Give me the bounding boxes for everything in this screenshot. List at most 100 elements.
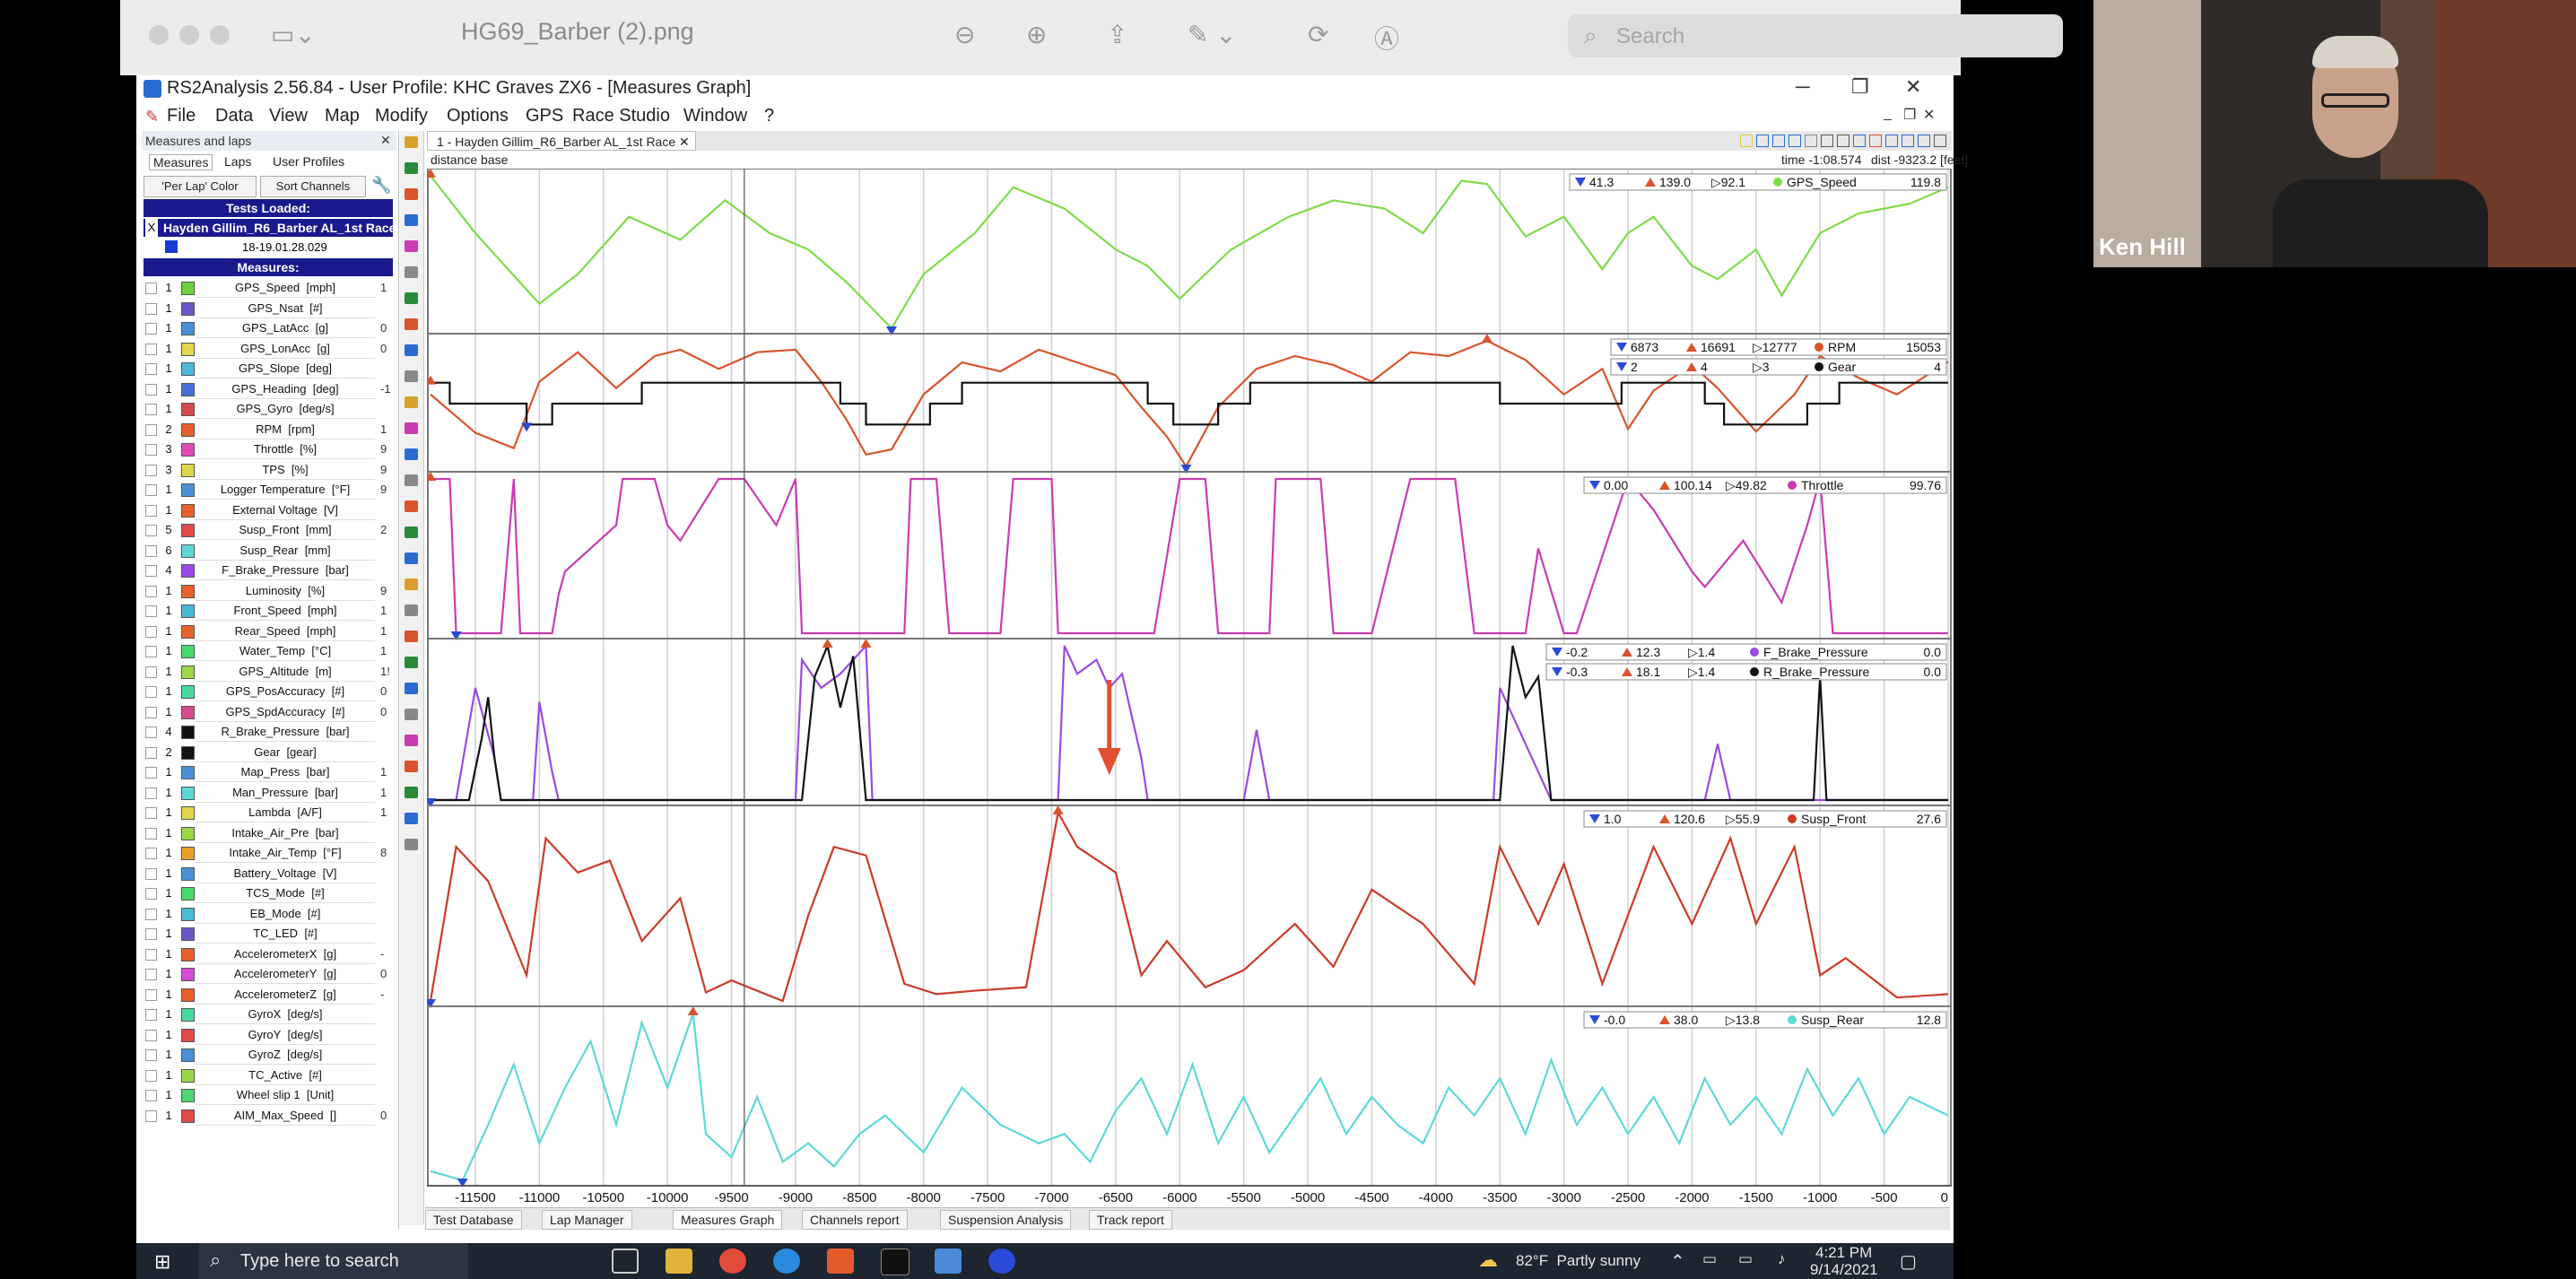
measure-checkbox[interactable]	[145, 565, 157, 577]
measure-color-swatch[interactable]	[181, 624, 195, 639]
office-icon[interactable]	[827, 1249, 854, 1274]
panel-close-icon[interactable]: ✕	[380, 133, 391, 148]
graph-tool-icon[interactable]	[405, 318, 418, 330]
menu-file[interactable]: File	[167, 106, 196, 126]
measure-checkbox[interactable]	[145, 666, 157, 678]
measure-color-swatch[interactable]	[181, 887, 195, 901]
graph-tool-icon[interactable]	[405, 214, 418, 226]
measure-color-swatch[interactable]	[181, 584, 195, 598]
measure-color-swatch[interactable]	[181, 503, 195, 518]
menu-view[interactable]: View	[269, 106, 308, 126]
measure-color-swatch[interactable]	[181, 685, 195, 699]
measure-row[interactable]: 6 Susp_Rear [mm]	[144, 541, 395, 561]
measure-color-swatch[interactable]	[181, 968, 195, 981]
measure-row[interactable]: 1 GyroY [deg/s]	[144, 1025, 395, 1045]
measure-row[interactable]: 1 Luminosity [%] 9	[144, 581, 395, 601]
measure-graph-number[interactable]: 1	[161, 584, 176, 597]
measure-color-swatch[interactable]	[181, 806, 195, 820]
measure-checkbox[interactable]	[145, 1069, 157, 1082]
menu-options[interactable]: Options	[447, 106, 509, 126]
rotate-icon[interactable]: ⟳	[1308, 20, 1328, 49]
measure-graph-number[interactable]: 1	[161, 786, 176, 799]
measure-checkbox[interactable]	[145, 404, 157, 415]
measure-graph-number[interactable]: 1	[161, 321, 176, 335]
measure-color-swatch[interactable]	[181, 826, 195, 840]
remove-test-icon[interactable]: X	[145, 219, 158, 237]
measure-color-swatch[interactable]	[181, 282, 195, 295]
zoom-in-icon[interactable]: ⊕	[1026, 20, 1047, 49]
measure-checkbox[interactable]	[145, 302, 157, 315]
terminal-icon[interactable]	[881, 1249, 909, 1275]
measure-checkbox[interactable]	[145, 484, 157, 496]
share-icon[interactable]: ⇪	[1107, 20, 1127, 49]
measure-graph-number[interactable]: 1	[161, 301, 176, 315]
measure-checkbox[interactable]	[145, 525, 157, 536]
graph-tool-icon[interactable]	[405, 292, 418, 304]
measure-row[interactable]: 1 Battery_Voltage [V]	[144, 864, 395, 883]
measure-color-swatch[interactable]	[181, 726, 195, 739]
measure-checkbox[interactable]	[145, 323, 157, 335]
measure-checkbox[interactable]	[145, 1109, 157, 1122]
measure-row[interactable]: 1 GyroZ [deg/s]	[144, 1045, 395, 1065]
menu-help[interactable]: ?	[764, 106, 774, 126]
graph-tool-icon[interactable]	[405, 605, 418, 616]
measure-color-swatch[interactable]	[181, 947, 195, 961]
graph-view-tool-icon[interactable]	[1869, 135, 1882, 147]
measure-color-swatch[interactable]	[181, 907, 195, 921]
task-view-icon[interactable]	[612, 1249, 639, 1274]
graph-tool-icon[interactable]	[405, 735, 418, 746]
measure-row[interactable]: 1 GPS_Heading [deg] -1	[144, 379, 395, 399]
graph-tool-icon[interactable]	[405, 813, 418, 824]
graph-tool-icon[interactable]	[405, 657, 418, 668]
bottom-tab[interactable]: Lap Manager	[542, 1210, 632, 1230]
tab-user-profiles[interactable]: User Profiles	[273, 154, 344, 169]
taskbar-search[interactable]: ⌕ Type here to search	[199, 1243, 468, 1279]
measure-color-swatch[interactable]	[181, 1028, 195, 1042]
graph-view-tool-icon[interactable]	[1934, 135, 1946, 147]
measure-checkbox[interactable]	[145, 787, 157, 799]
measure-row[interactable]: 1 External Voltage [V]	[144, 500, 395, 520]
measure-row[interactable]: 1 TC_Active [#]	[144, 1066, 395, 1085]
measure-color-swatch[interactable]	[181, 362, 195, 376]
graph-tool-icon[interactable]	[405, 761, 418, 772]
tray-battery-icon[interactable]: ▭	[1738, 1250, 1753, 1268]
measure-color-swatch[interactable]	[181, 544, 195, 558]
measure-checkbox[interactable]	[145, 867, 157, 880]
measure-checkbox[interactable]	[145, 948, 157, 961]
measure-checkbox[interactable]	[145, 988, 157, 1001]
measure-checkbox[interactable]	[145, 544, 157, 557]
measure-row[interactable]: 1 Intake_Air_Temp [°F] 8	[144, 843, 395, 863]
graph-tool-icon[interactable]	[405, 839, 418, 850]
bottom-tab[interactable]: Test Database	[425, 1210, 522, 1230]
measure-checkbox[interactable]	[145, 686, 157, 698]
graph-view-tool-icon[interactable]	[1756, 135, 1769, 147]
windows-start-icon[interactable]: ⊞	[154, 1250, 170, 1274]
measure-row[interactable]: 1 GPS_Speed [mph] 1	[144, 278, 395, 298]
measure-checkbox[interactable]	[145, 444, 157, 456]
close-window-button[interactable]	[149, 25, 169, 45]
measure-graph-number[interactable]: 1	[161, 826, 176, 840]
measure-graph-number[interactable]: 3	[161, 463, 176, 476]
rs2-app-icon[interactable]	[988, 1249, 1015, 1274]
measure-graph-number[interactable]: 1	[161, 1007, 176, 1021]
measure-graph-number[interactable]: 1	[161, 361, 176, 375]
graph-tool-icon[interactable]	[405, 370, 418, 382]
measure-graph-number[interactable]: 1	[161, 483, 176, 496]
measure-color-swatch[interactable]	[181, 1089, 195, 1102]
measure-checkbox[interactable]	[145, 605, 157, 617]
measure-row[interactable]: 1 Water_Temp [°C] 1	[144, 641, 395, 661]
measure-row[interactable]: 1 GPS_LonAcc [g] 0	[144, 339, 395, 359]
measure-checkbox[interactable]	[145, 1090, 157, 1101]
graph-tool-icon[interactable]	[405, 474, 418, 486]
graph-tool-icon[interactable]	[405, 787, 418, 798]
menu-gps[interactable]: GPS	[526, 106, 563, 126]
measure-row[interactable]: 1 GPS_PosAccuracy [#] 0	[144, 682, 395, 701]
graph-tool-icon[interactable]	[405, 709, 418, 720]
measure-row[interactable]: 1 AccelerometerY [g] 0	[144, 964, 395, 984]
graph-tool-icon[interactable]	[405, 344, 418, 356]
measure-graph-number[interactable]: 1	[161, 684, 176, 698]
mdi-close-icon[interactable]: ✕	[1923, 106, 1935, 124]
annotate-icon[interactable]: Ⓐ	[1374, 20, 1399, 56]
measure-color-swatch[interactable]	[181, 463, 195, 477]
measure-row[interactable]: 4 F_Brake_Pressure [bar]	[144, 561, 395, 580]
